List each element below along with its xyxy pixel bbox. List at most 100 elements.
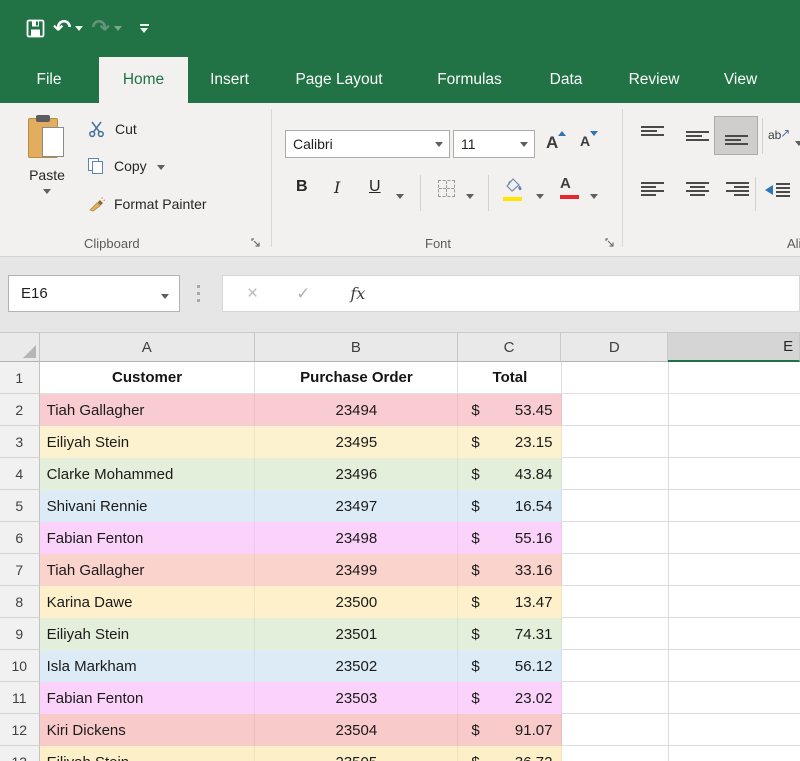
purchase-order-cell[interactable]: 23494: [255, 394, 458, 426]
row-header-7[interactable]: 7: [0, 554, 40, 586]
total-cell[interactable]: $23.02: [458, 682, 562, 714]
copy-dropdown-icon[interactable]: [157, 165, 165, 170]
empty-cell[interactable]: [669, 522, 800, 554]
copy-button[interactable]: Copy: [88, 155, 165, 177]
align-right-button[interactable]: [726, 182, 749, 201]
italic-button[interactable]: I: [334, 178, 340, 197]
row-header-5[interactable]: 5: [0, 490, 40, 522]
header-cell-customer[interactable]: Customer: [40, 362, 256, 394]
customer-cell[interactable]: Kiri Dickens: [40, 714, 256, 746]
empty-cell[interactable]: [562, 426, 669, 458]
purchase-order-cell[interactable]: 23495: [255, 426, 458, 458]
underline-dropdown-icon[interactable]: [396, 194, 404, 199]
tab-data[interactable]: Data: [543, 57, 589, 103]
paste-button[interactable]: Paste: [16, 111, 78, 227]
total-cell[interactable]: $55.16: [458, 522, 562, 554]
row-header-13[interactable]: 13: [0, 746, 40, 761]
purchase-order-cell[interactable]: 23502: [255, 650, 458, 682]
row-header-10[interactable]: 10: [0, 650, 40, 682]
empty-cell[interactable]: [562, 362, 669, 394]
font-name-dropdown-icon[interactable]: [435, 142, 443, 147]
customer-cell[interactable]: Eiliyah Stein: [40, 426, 256, 458]
tab-file[interactable]: File: [26, 57, 72, 103]
row-header-11[interactable]: 11: [0, 682, 40, 714]
row-header-4[interactable]: 4: [0, 458, 40, 490]
customer-cell[interactable]: Fabian Fenton: [40, 682, 256, 714]
total-cell[interactable]: $43.84: [458, 458, 562, 490]
formula-bar[interactable]: × ✓ fx: [222, 275, 800, 312]
customer-cell[interactable]: Tiah Gallagher: [40, 394, 256, 426]
empty-cell[interactable]: [562, 554, 669, 586]
empty-cell[interactable]: [669, 682, 800, 714]
empty-cell[interactable]: [562, 586, 669, 618]
enter-icon[interactable]: ✓: [296, 284, 310, 304]
paste-dropdown-icon[interactable]: [43, 189, 51, 194]
cut-button[interactable]: Cut: [88, 118, 137, 140]
borders-dropdown-icon[interactable]: [466, 194, 474, 199]
purchase-order-cell[interactable]: 23505: [255, 746, 458, 761]
decrease-font-size-button[interactable]: A: [580, 133, 590, 149]
customer-cell[interactable]: Eiliyah Stein: [40, 618, 256, 650]
empty-cell[interactable]: [669, 746, 800, 761]
tab-formulas[interactable]: Formulas: [427, 57, 512, 103]
total-cell[interactable]: $16.54: [458, 490, 562, 522]
cancel-icon[interactable]: ×: [247, 283, 258, 305]
font-name-combobox[interactable]: Calibri: [285, 130, 450, 158]
column-header-a[interactable]: A: [40, 333, 255, 362]
column-header-d[interactable]: D: [561, 333, 668, 362]
purchase-order-cell[interactable]: 23501: [255, 618, 458, 650]
empty-cell[interactable]: [562, 746, 669, 761]
fill-color-button[interactable]: [503, 177, 525, 196]
customer-cell[interactable]: Karina Dawe: [40, 586, 256, 618]
row-header-6[interactable]: 6: [0, 522, 40, 554]
empty-cell[interactable]: [669, 362, 800, 394]
total-cell[interactable]: $13.47: [458, 586, 562, 618]
customer-cell[interactable]: Tiah Gallagher: [40, 554, 256, 586]
empty-cell[interactable]: [562, 490, 669, 522]
empty-cell[interactable]: [669, 458, 800, 490]
empty-cell[interactable]: [562, 714, 669, 746]
purchase-order-cell[interactable]: 23496: [255, 458, 458, 490]
empty-cell[interactable]: [562, 682, 669, 714]
middle-align-button[interactable]: [686, 126, 709, 145]
customize-quick-access-toolbar-icon[interactable]: [140, 24, 149, 33]
row-header-1[interactable]: 1: [0, 362, 40, 394]
insert-function-icon[interactable]: fx: [350, 284, 365, 303]
total-cell[interactable]: $36.72: [458, 746, 562, 761]
empty-cell[interactable]: [669, 650, 800, 682]
empty-cell[interactable]: [669, 554, 800, 586]
empty-cell[interactable]: [669, 394, 800, 426]
empty-cell[interactable]: [562, 618, 669, 650]
purchase-order-cell[interactable]: 23498: [255, 522, 458, 554]
font-color-button[interactable]: A: [560, 175, 571, 192]
align-center-button[interactable]: [686, 182, 709, 201]
increase-font-size-button[interactable]: A: [546, 133, 558, 153]
formula-bar-resize-handle[interactable]: [197, 285, 200, 302]
tab-page-layout[interactable]: Page Layout: [283, 57, 395, 103]
row-header-2[interactable]: 2: [0, 394, 40, 426]
purchase-order-cell[interactable]: 23504: [255, 714, 458, 746]
column-header-b[interactable]: B: [255, 333, 458, 362]
save-icon[interactable]: [26, 19, 45, 38]
header-cell-purchase-order[interactable]: Purchase Order: [255, 362, 458, 394]
name-box-dropdown-icon[interactable]: [161, 294, 169, 299]
name-box[interactable]: E16: [8, 275, 180, 312]
row-header-9[interactable]: 9: [0, 618, 40, 650]
row-header-12[interactable]: 12: [0, 714, 40, 746]
bottom-align-button[interactable]: [725, 126, 748, 145]
undo-dropdown-icon[interactable]: [75, 26, 83, 31]
undo-button[interactable]: ↶: [53, 17, 83, 39]
empty-cell[interactable]: [669, 586, 800, 618]
underline-button[interactable]: U: [369, 178, 381, 196]
empty-cell[interactable]: [669, 426, 800, 458]
customer-cell[interactable]: Shivani Rennie: [40, 490, 256, 522]
total-cell[interactable]: $53.45: [458, 394, 562, 426]
font-dialog-launcher-icon[interactable]: [604, 237, 616, 249]
empty-cell[interactable]: [562, 394, 669, 426]
purchase-order-cell[interactable]: 23503: [255, 682, 458, 714]
orientation-dropdown-icon[interactable]: [795, 141, 800, 146]
tab-home[interactable]: Home: [99, 57, 188, 103]
decrease-indent-button[interactable]: [765, 183, 790, 197]
total-cell[interactable]: $33.16: [458, 554, 562, 586]
customer-cell[interactable]: Clarke Mohammed: [40, 458, 256, 490]
